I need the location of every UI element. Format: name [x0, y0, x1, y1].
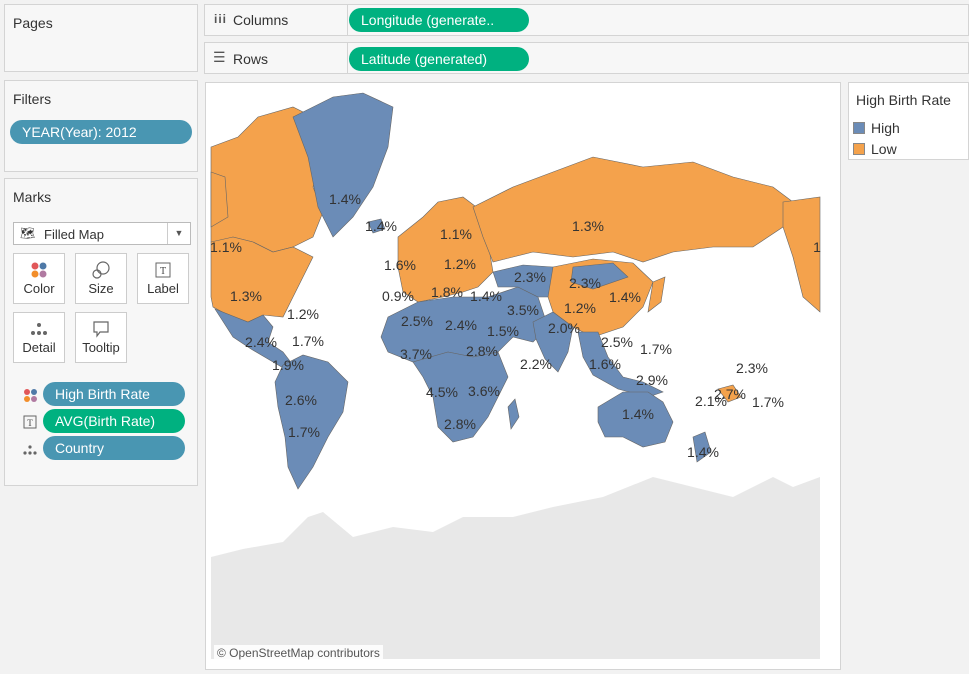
legend-item-low[interactable]: Low [853, 141, 897, 157]
filters-shelf[interactable]: Filters YEAR(Year): 2012 [4, 80, 198, 172]
birth-rate-label: 1.9% [272, 357, 304, 373]
high-birth-rate-pill[interactable]: High Birth Rate [43, 382, 185, 406]
world-map[interactable]: 1.4%1.4%1.1%1.3%1.1%1.6% 1.2%1.3%0.9% 1.8%… [206, 83, 840, 669]
birth-rate-label: 2.4% [245, 334, 277, 350]
birth-rate-label: 1.3% [230, 288, 262, 304]
columns-icon: iii [214, 12, 228, 26]
year-filter-pill[interactable]: YEAR(Year): 2012 [10, 120, 192, 144]
birth-rate-label: 1.6% [384, 257, 416, 273]
rows-shelf[interactable]: ☰ Rows Latitude (generated) [204, 42, 969, 74]
map-view[interactable]: 1.4% 1.4% 1.1% 1.3% 1.1% 1.6% 1.2% 1.3% 0.9% 1.8%… [205, 82, 841, 670]
map-icon: 🗺 [20, 226, 36, 240]
size-icon [76, 260, 126, 280]
attribution: © OpenStreetMap contributors [214, 645, 383, 661]
birth-rate-label: 1.5% [487, 323, 519, 339]
country-alaska[interactable] [210, 171, 229, 228]
birth-rate-label: 0.9% [382, 288, 414, 304]
columns-shelf[interactable]: iii Columns Longitude (generate.. [204, 4, 969, 36]
color-icon [14, 260, 64, 280]
birth-rate-label: 2.3% [514, 269, 546, 285]
birth-rate-label: 1.7% [292, 333, 324, 349]
birth-rate-label: 2.7% [714, 386, 746, 402]
color-dots-icon [23, 388, 37, 407]
birth-rate-label: 1 [813, 239, 821, 255]
detail-label: Detail [22, 340, 56, 355]
size-button[interactable]: Size [75, 253, 127, 304]
birth-rate-label: 4.5% [426, 384, 458, 400]
birth-rate-label: 1.8% [431, 284, 463, 300]
marks-card: Marks 🗺 Filled Map ▼ Color Size T Label … [4, 178, 198, 486]
label-text-icon: T [23, 415, 37, 434]
birth-rate-label: 2.6% [285, 392, 317, 408]
birth-rate-label: 2.8% [444, 416, 476, 432]
birth-rate-label: 1.2% [444, 256, 476, 272]
shelf-divider [347, 5, 348, 35]
country-pill[interactable]: Country [43, 436, 185, 460]
svg-text:T: T [160, 266, 166, 277]
mark-type-select[interactable]: 🗺 Filled Map ▼ [13, 222, 191, 245]
birth-rate-label: 2.5% [601, 334, 633, 350]
rows-icon: ☰ [213, 49, 226, 65]
birth-rate-label: 3.7% [400, 346, 432, 362]
label-button[interactable]: T Label [137, 253, 189, 304]
pages-shelf[interactable]: Pages [4, 4, 198, 72]
label-label: Label [147, 281, 179, 296]
birth-rate-label: 2.3% [736, 360, 768, 376]
birth-rate-label: 1.4% [470, 288, 502, 304]
birth-rate-label: 1.2% [564, 300, 596, 316]
marks-title: Marks [13, 189, 52, 205]
legend: High Birth Rate High Low [848, 82, 969, 160]
birth-rate-label: 1.7% [288, 424, 320, 440]
legend-title: High Birth Rate [856, 92, 951, 108]
birth-rate-label: 1.4% [329, 191, 361, 207]
birth-rate-label: 1.4% [365, 218, 397, 234]
birth-rate-label: 1.4% [609, 289, 641, 305]
color-label: Color [23, 281, 55, 296]
mark-type-value: Filled Map [44, 227, 104, 242]
tooltip-label: Tooltip [82, 340, 120, 355]
legend-item-high[interactable]: High [853, 120, 900, 136]
birth-rate-label: 1.3% [572, 218, 604, 234]
size-label: Size [88, 281, 114, 296]
birth-rate-label: 2.4% [445, 317, 477, 333]
birth-rate-label: 2.2% [520, 356, 552, 372]
text-t-icon: T [138, 260, 188, 280]
birth-rate-label: 1.1% [440, 226, 472, 242]
birth-rate-label: 1.6% [589, 356, 621, 372]
legend-swatch-low [853, 143, 865, 155]
legend-label-high: High [871, 120, 900, 136]
birth-rate-label: 3.6% [468, 383, 500, 399]
birth-rate-label: 2.0% [548, 320, 580, 336]
birth-rate-label: 1.4% [687, 444, 719, 460]
columns-label: Columns [233, 12, 289, 28]
detail-dots-icon [23, 443, 37, 461]
detail-icon [14, 319, 64, 339]
birth-rate-label: 1.7% [640, 341, 672, 357]
birth-rate-label: 1.2% [287, 306, 319, 322]
legend-label-low: Low [871, 141, 897, 157]
detail-button[interactable]: Detail [13, 312, 65, 363]
pages-title: Pages [13, 15, 53, 31]
longitude-pill[interactable]: Longitude (generate.. [349, 8, 529, 32]
speech-bubble-icon [76, 319, 126, 339]
dropdown-arrow-icon: ▼ [167, 223, 190, 244]
birth-rate-label: 2.3% [569, 275, 601, 291]
legend-swatch-high [853, 122, 865, 134]
filters-title: Filters [13, 91, 52, 107]
latitude-pill[interactable]: Latitude (generated) [349, 47, 529, 71]
birth-rate-label: 1.1% [210, 239, 242, 255]
rows-label: Rows [233, 51, 269, 67]
birth-rate-label: 2.8% [466, 343, 498, 359]
avg-birth-rate-pill[interactable]: AVG(Birth Rate) [43, 409, 185, 433]
color-button[interactable]: Color [13, 253, 65, 304]
birth-rate-label: 2.5% [401, 313, 433, 329]
birth-rate-label: 1.7% [752, 394, 784, 410]
birth-rate-label: 1.4% [622, 406, 654, 422]
tooltip-button[interactable]: Tooltip [75, 312, 127, 363]
shelf-divider [347, 43, 348, 73]
svg-text:T: T [27, 418, 33, 428]
birth-rate-label: 2.9% [636, 372, 668, 388]
birth-rate-label: 3.5% [507, 302, 539, 318]
